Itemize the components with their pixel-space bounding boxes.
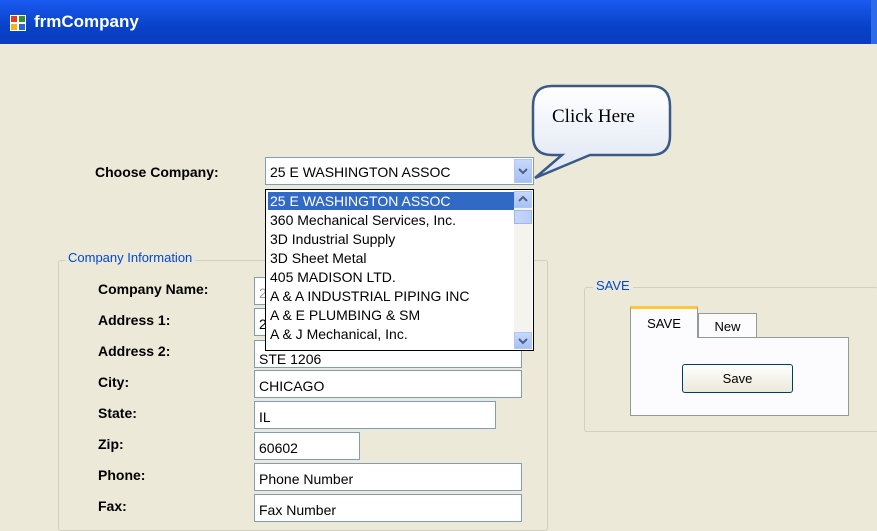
tab-save[interactable]: SAVE — [630, 306, 698, 338]
tab-new[interactable]: New — [698, 313, 757, 337]
scroll-thumb[interactable] — [514, 210, 532, 224]
callout-text: Click Here — [552, 106, 635, 127]
combobox-dropdown-button[interactable] — [514, 159, 532, 183]
fax-field[interactable]: Fax Number — [254, 494, 522, 522]
dropdown-option[interactable]: 25 E WASHINGTON ASSOC — [268, 192, 514, 210]
dropdown-option[interactable]: 3D Sheet Metal — [268, 249, 514, 267]
company-info-group-label: Company Information — [65, 250, 196, 265]
zip-label: Zip: — [98, 436, 124, 452]
company-dropdown-list[interactable]: 25 E WASHINGTON ASSOC 360 Mechanical Ser… — [265, 189, 534, 351]
dropdown-option[interactable]: A & A INDUSTRIAL PIPING INC — [268, 287, 514, 305]
dropdown-option[interactable]: A & E PLUMBING & SM — [268, 306, 514, 324]
fax-label: Fax: — [98, 498, 127, 514]
address2-label: Address 2: — [98, 343, 171, 359]
dropdown-option[interactable]: A & J Mechanical, Inc. — [268, 325, 514, 343]
scroll-up-button[interactable] — [514, 191, 532, 208]
city-label: City: — [98, 374, 130, 390]
state-label: State: — [98, 405, 137, 421]
address1-label: Address 1: — [98, 312, 171, 328]
choose-company-combobox[interactable]: 25 E WASHINGTON ASSOC — [265, 157, 534, 185]
state-field[interactable]: IL — [254, 401, 496, 429]
chevron-up-icon — [518, 195, 528, 202]
title-bar[interactable]: frmCompany — [0, 0, 877, 44]
zip-field[interactable]: 60602 — [254, 432, 360, 460]
scroll-down-button[interactable] — [514, 332, 532, 349]
company-name-label: Company Name: — [98, 281, 209, 297]
city-field[interactable]: CHICAGO — [254, 370, 522, 398]
phone-label: Phone: — [98, 467, 146, 483]
dropdown-option[interactable]: 360 Mechanical Services, Inc. — [268, 211, 514, 229]
window-title: frmCompany — [34, 12, 139, 31]
title-bar-edge — [871, 0, 877, 44]
chevron-down-icon — [518, 338, 528, 345]
chevron-down-icon — [518, 168, 528, 175]
save-button[interactable]: Save — [682, 364, 793, 393]
form-icon — [10, 15, 26, 31]
phone-field[interactable]: Phone Number — [254, 463, 522, 491]
dropdown-option[interactable]: 405 MADISON LTD. — [268, 268, 514, 286]
dropdown-option[interactable]: 3D Industrial Supply — [268, 230, 514, 248]
choose-company-label: Choose Company: — [95, 164, 219, 180]
dropdown-scrollbar[interactable] — [514, 191, 532, 349]
save-group-label: SAVE — [593, 278, 633, 293]
choose-company-selected-value: 25 E WASHINGTON ASSOC — [270, 164, 451, 180]
